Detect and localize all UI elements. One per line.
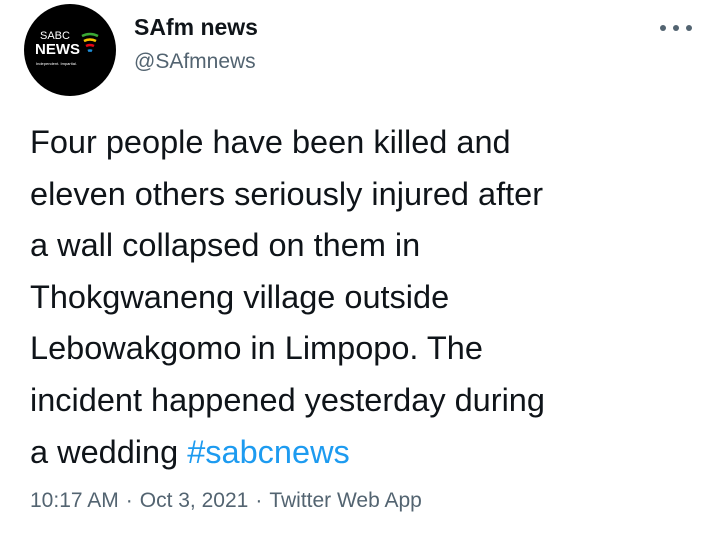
tweet-line: Lebowakgomo in Limpopo. The xyxy=(30,330,483,367)
tweet-text: Four people have been killed and eleven … xyxy=(30,117,702,478)
logo-main-text: NEWS xyxy=(35,41,80,58)
tweet-date[interactable]: Oct 3, 2021 xyxy=(140,489,249,512)
more-dot xyxy=(660,25,666,31)
tweet-last-line: a wedding #sabcnews xyxy=(30,427,702,479)
author-name[interactable]: SAfm news xyxy=(134,14,258,41)
meta-separator: · xyxy=(125,489,133,512)
tweet-meta: 10:17 AM · Oct 3, 2021 · Twitter Web App xyxy=(30,489,422,513)
logo-tagline: Independent. Impartial. xyxy=(36,61,77,66)
tweet-line: Four people have been killed and xyxy=(30,124,511,160)
more-horizontal-icon[interactable] xyxy=(660,20,692,36)
hashtag-link[interactable]: #sabcnews xyxy=(187,434,350,470)
tweet-time[interactable]: 10:17 AM xyxy=(30,489,119,512)
more-dot xyxy=(686,25,692,31)
tweet-line: a wall collapsed on them in xyxy=(30,227,421,264)
tweet-line: eleven others seriously injured after xyxy=(30,175,544,212)
author-handle[interactable]: @SAfmnews xyxy=(134,50,256,74)
meta-separator: · xyxy=(255,489,263,512)
tweet-source[interactable]: Twitter Web App xyxy=(269,489,422,512)
avatar[interactable]: SABC NEWS Independent. Impartial. xyxy=(24,4,116,96)
tweet-line: Thokgwaneng village outside xyxy=(30,278,450,315)
tweet-card: SABC NEWS Independent. Impartial. SAfm n… xyxy=(0,0,720,543)
tweet-line: incident happened yesterday during xyxy=(30,381,545,418)
more-dot xyxy=(673,25,679,31)
tweet-line-text: a wedding xyxy=(30,433,188,470)
sabc-news-logo: SABC NEWS Independent. Impartial. xyxy=(35,30,99,66)
